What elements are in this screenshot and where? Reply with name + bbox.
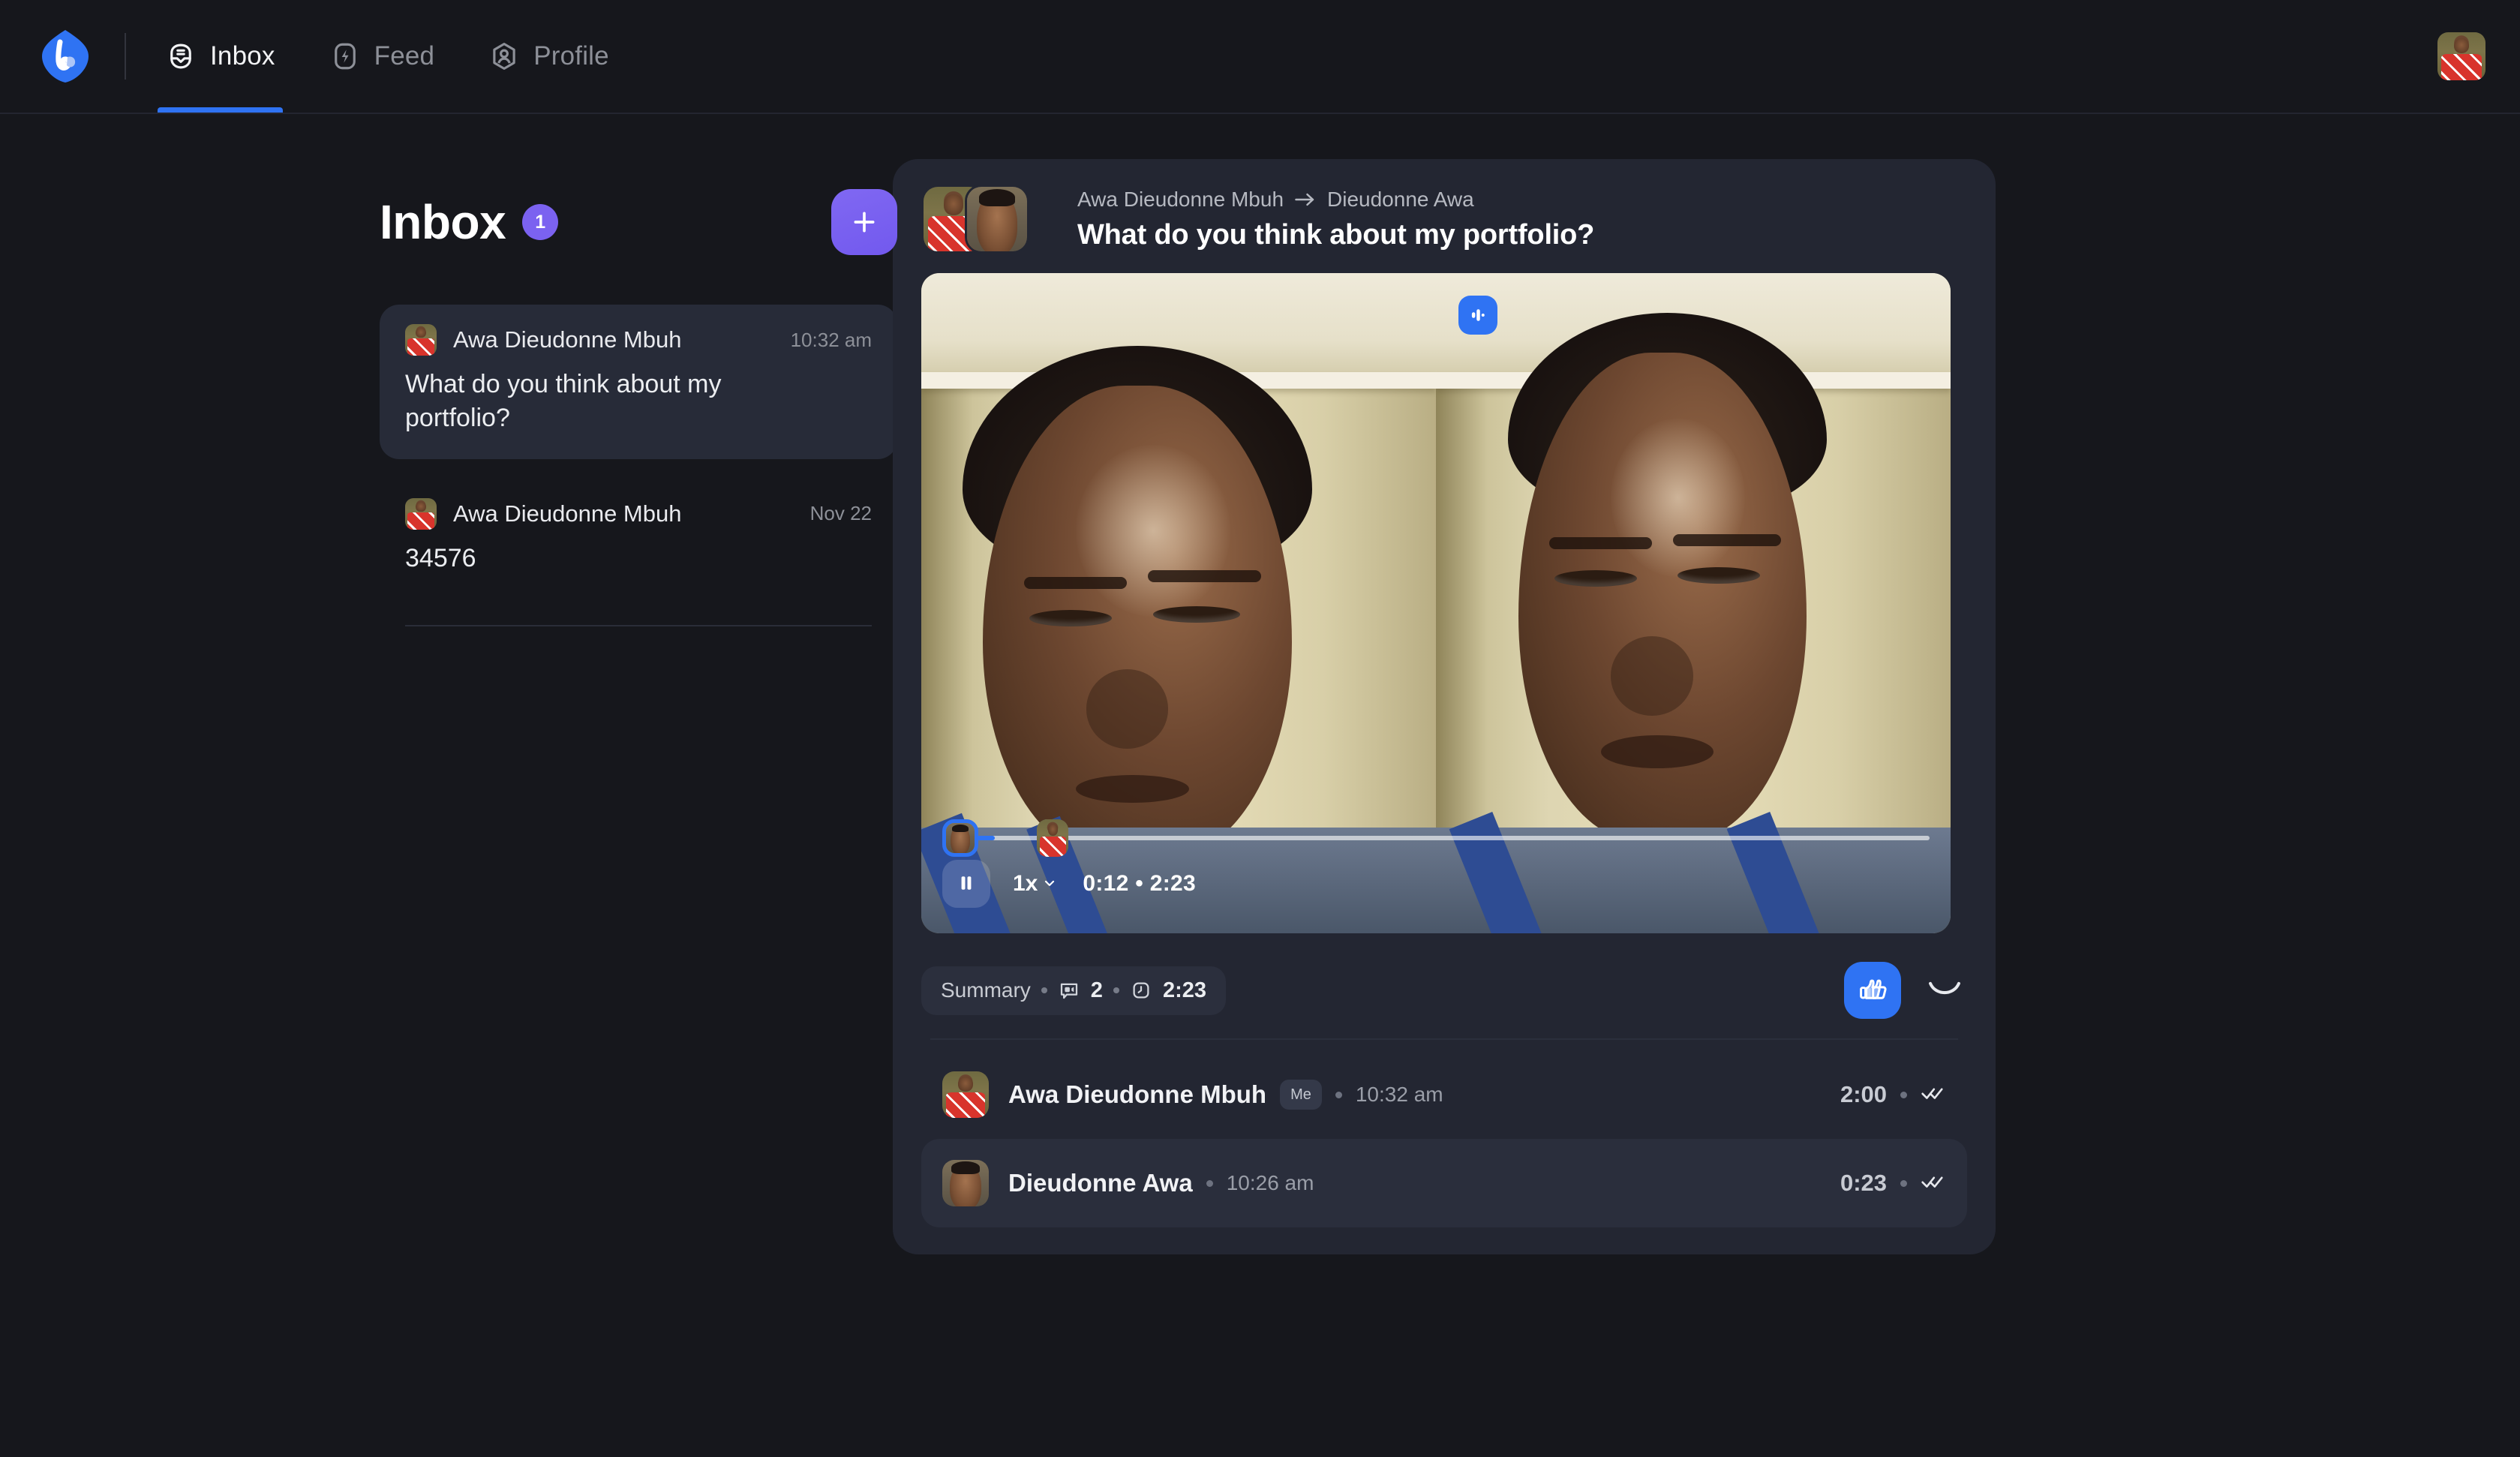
app-header: Inbox Feed Profile — [0, 0, 2520, 114]
arrow-right-icon — [1294, 192, 1317, 207]
message-timestamp: 10:32 am — [1355, 1083, 1443, 1106]
header-divider — [125, 33, 126, 80]
nav-item-inbox[interactable]: Inbox — [158, 0, 283, 113]
separator-dot — [1206, 1179, 1213, 1187]
thread-timestamp: 10:32 am — [790, 328, 872, 351]
avatar — [405, 324, 437, 356]
page-title: Inbox — [380, 195, 506, 249]
me-badge: Me — [1280, 1080, 1322, 1110]
thread-preview-text: What do you think about my portfolio? — [405, 370, 722, 432]
playback-speed-value: 1x — [1013, 871, 1038, 896]
participant-avatars — [921, 185, 1056, 254]
video-progress-track[interactable] — [942, 819, 1930, 857]
thumbs-up-button[interactable] — [1844, 962, 1901, 1019]
list-divider — [405, 624, 872, 626]
nav-item-feed-label: Feed — [374, 41, 435, 71]
subject-clothing — [1436, 812, 1951, 933]
message-row[interactable]: Awa Dieudonne Mbuh Me 10:32 am 2:00 — [921, 1050, 1967, 1139]
message-timestamp: 10:26 am — [1226, 1171, 1314, 1194]
message-sender-name: Dieudonne Awa — [1008, 1169, 1193, 1197]
video-controls: 1x 0:12 • 2:23 — [942, 860, 1196, 908]
avatar — [405, 497, 437, 530]
smile-icon — [1927, 978, 1962, 1003]
separator-dot — [1113, 987, 1119, 993]
message-row[interactable]: Dieudonne Awa 10:26 am 0:23 — [921, 1139, 1967, 1227]
primary-nav: Inbox Feed Profile — [158, 0, 617, 113]
scrubber-handle[interactable] — [942, 819, 978, 857]
summary-row: Summary 2 2:23 — [921, 956, 1967, 1025]
participant-from: Awa Dieudonne Mbuh — [1077, 187, 1284, 211]
double-check-icon — [1921, 1084, 1946, 1106]
thumbs-up-icon — [1857, 974, 1888, 1008]
playback-speed-selector[interactable]: 1x — [1013, 871, 1057, 897]
section-divider — [930, 1038, 1958, 1040]
account-avatar[interactable] — [2437, 32, 2485, 80]
double-check-icon — [1921, 1173, 1946, 1194]
breadcrumb: Awa Dieudonne Mbuh Dieudonne Awa — [1077, 188, 1594, 212]
message-meta: 0:23 — [1840, 1170, 1946, 1197]
thread-meta: Awa Dieudonne Mbuh Nov 22 — [405, 497, 872, 530]
compose-button[interactable] — [831, 189, 897, 255]
video-timecode: 0:12 • 2:23 — [1083, 871, 1196, 897]
conversation-header: Awa Dieudonne Mbuh Dieudonne Awa What do… — [921, 185, 1967, 254]
summary-label: Summary — [941, 978, 1031, 1002]
message-sender-name: Awa Dieudonne Mbuh — [1008, 1080, 1267, 1108]
total-duration: 2:23 — [1149, 871, 1196, 896]
pause-icon — [956, 873, 977, 896]
reaction-controls — [1844, 962, 1967, 1019]
unread-count-badge: 1 — [522, 204, 559, 240]
conversation-card: Awa Dieudonne Mbuh Dieudonne Awa What do… — [893, 159, 1996, 1254]
nav-item-inbox-label: Inbox — [210, 41, 275, 71]
thread-timestamp: Nov 22 — [809, 502, 872, 525]
timecode-separator: • — [1135, 871, 1144, 896]
thread-list-item[interactable]: Awa Dieudonne Mbuh Nov 22 34576 — [380, 479, 897, 599]
audio-waveform-icon[interactable] — [1458, 296, 1497, 335]
avatar — [942, 1160, 989, 1206]
separator-dot — [1900, 1091, 1907, 1098]
conversation-panel: Awa Dieudonne Mbuh Dieudonne Awa What do… — [893, 114, 2520, 1254]
separator-dot — [1335, 1091, 1342, 1098]
message-duration: 0:23 — [1840, 1170, 1887, 1196]
thread-preview-text: 34576 — [405, 543, 476, 572]
inbox-icon — [165, 41, 197, 72]
nav-item-feed[interactable]: Feed — [322, 0, 443, 113]
track-background — [942, 836, 1930, 840]
video-message-icon — [1058, 979, 1080, 1002]
app-logo-icon[interactable] — [38, 29, 93, 84]
avatar — [942, 1071, 989, 1118]
timeline-marker-avatar[interactable] — [1037, 819, 1069, 857]
summary-pill[interactable]: Summary 2 2:23 — [921, 966, 1226, 1015]
message-duration: 2:00 — [1840, 1081, 1887, 1107]
add-reaction-button[interactable] — [1922, 968, 1967, 1013]
separator-dot — [1900, 1179, 1907, 1187]
separator-dot — [1041, 987, 1047, 993]
avatar — [965, 185, 1029, 254]
inbox-sidebar: Inbox 1 Awa Dieudonne Mbuh 10:32 am What… — [0, 114, 897, 626]
thread-sender-name: Awa Dieudonne Mbuh — [453, 326, 682, 353]
page-content: Inbox 1 Awa Dieudonne Mbuh 10:32 am What… — [0, 114, 2520, 1455]
current-time: 0:12 — [1083, 871, 1129, 896]
message-meta: 2:00 — [1840, 1081, 1946, 1108]
thread-list-item[interactable]: Awa Dieudonne Mbuh 10:32 am What do you … — [380, 305, 897, 459]
thread-sender-name: Awa Dieudonne Mbuh — [453, 500, 682, 527]
thread-meta: Awa Dieudonne Mbuh 10:32 am — [405, 324, 872, 356]
clock-icon — [1130, 979, 1152, 1002]
person-hexagon-icon — [488, 41, 520, 72]
video-pane-right — [1436, 273, 1951, 933]
chevron-down-icon — [1042, 871, 1057, 897]
lightning-icon — [329, 41, 361, 72]
nav-item-profile-label: Profile — [533, 41, 609, 71]
pause-button[interactable] — [942, 860, 990, 908]
video-player[interactable]: 1x 0:12 • 2:23 — [921, 273, 1951, 933]
nav-item-profile[interactable]: Profile — [481, 0, 617, 113]
summary-message-count: 2 — [1090, 978, 1103, 1002]
video-pane-left — [921, 273, 1436, 933]
inbox-header: Inbox 1 — [380, 186, 897, 258]
plus-icon — [849, 207, 879, 237]
participant-to: Dieudonne Awa — [1327, 187, 1474, 211]
summary-duration: 2:23 — [1162, 978, 1206, 1002]
conversation-title: What do you think about my portfolio? — [1077, 218, 1595, 251]
